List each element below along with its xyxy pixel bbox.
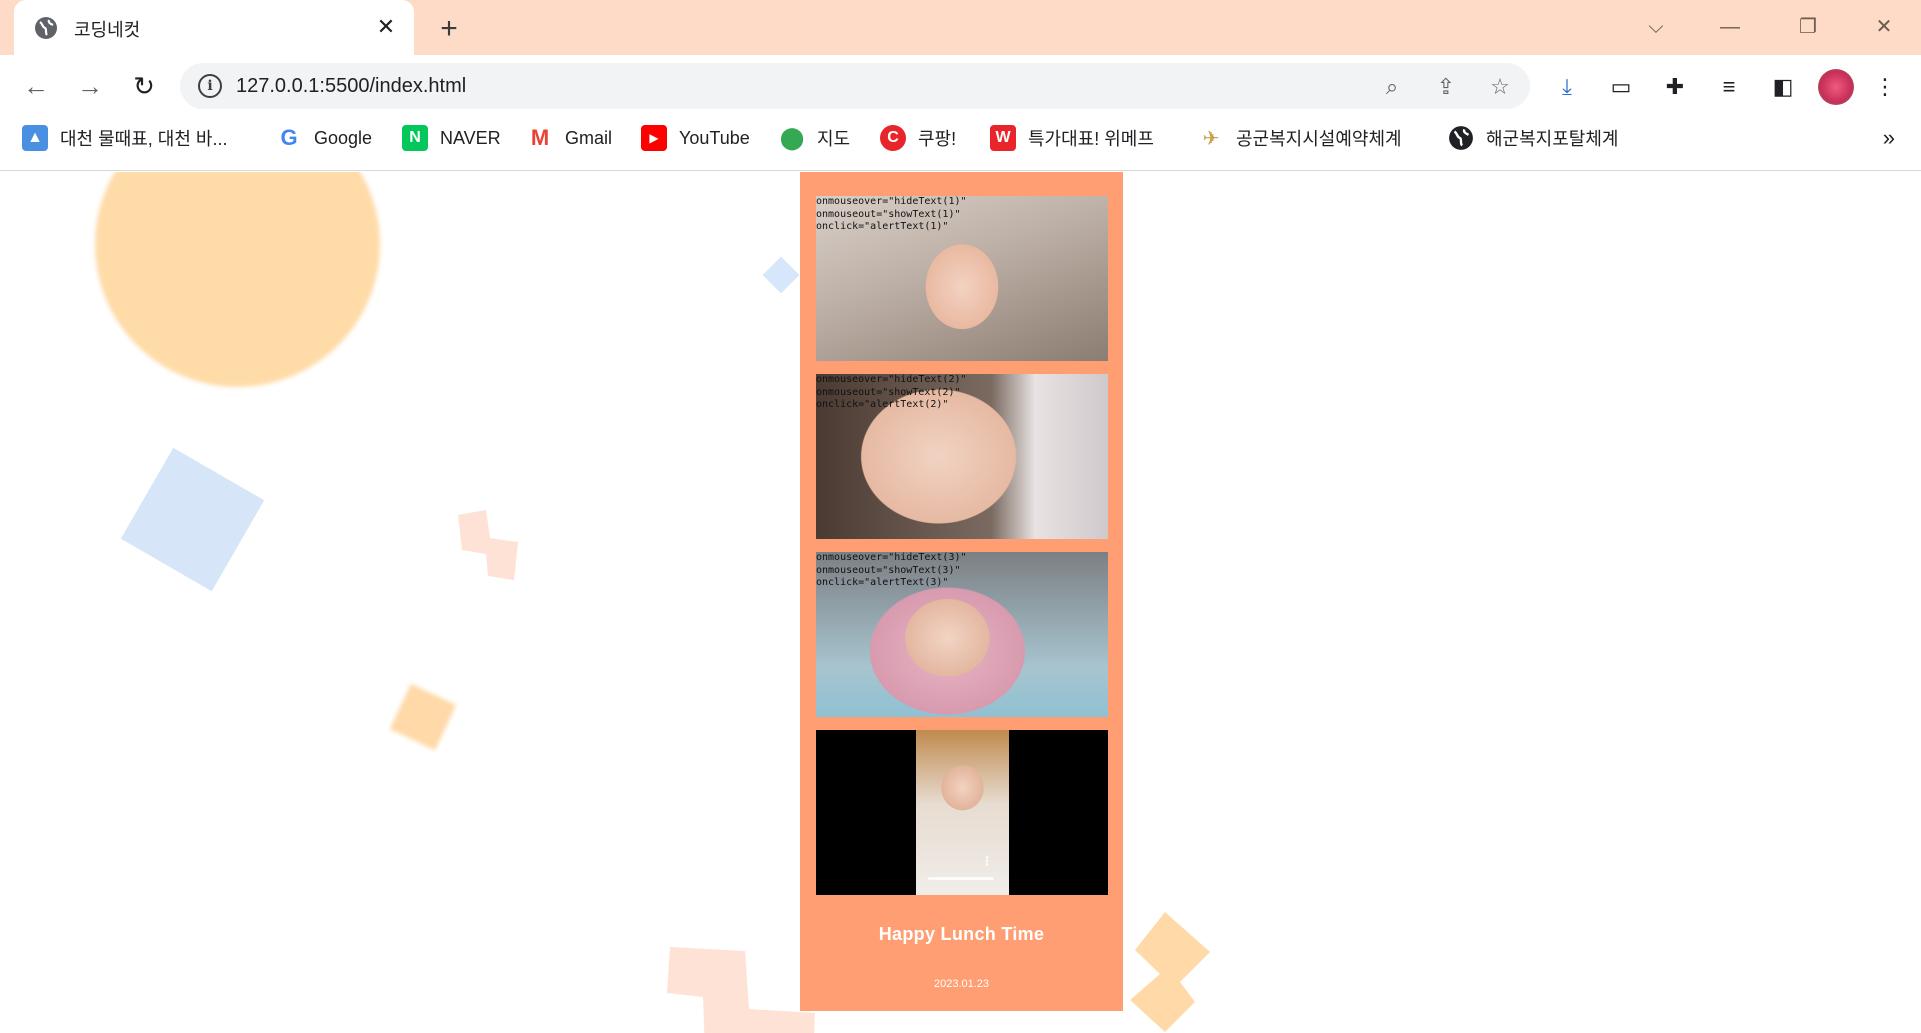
photo-frame-3[interactable]: onmouseover="hideText(3)" onmouseout="sh…	[816, 552, 1108, 717]
minimize-button[interactable]: —	[1712, 10, 1748, 44]
share-icon[interactable]: ⇪	[1432, 73, 1460, 101]
address-bar[interactable]: i 127.0.0.1:5500/index.html ⌕ ⇪ ☆	[180, 63, 1530, 109]
video-menu-icon[interactable]: ⋮	[981, 855, 993, 867]
photo-card: onmouseover="hideText(1)" onmouseout="sh…	[800, 172, 1123, 1011]
bookmark-star-icon[interactable]: ☆	[1486, 73, 1514, 101]
coupang-icon: C	[880, 125, 906, 151]
decor-zigzag	[667, 947, 815, 1033]
decor-zigzag	[1130, 912, 1210, 1032]
bookmark-item[interactable]: ▶ YouTube	[641, 117, 750, 159]
naver-icon: N	[402, 125, 428, 151]
profile-avatar[interactable]	[1818, 69, 1854, 105]
youtube-icon: ▶	[641, 125, 667, 151]
address-url[interactable]: 127.0.0.1:5500/index.html	[236, 75, 466, 98]
photo-code-text: onmouseover="hideText(3)" onmouseout="sh…	[816, 552, 967, 588]
bookmark-label: Gmail	[565, 127, 613, 148]
bookmark-item[interactable]: ✈ 공군복지시설예약체계	[1198, 117, 1402, 159]
photo-code-text: onmouseover="hideText(1)" onmouseout="sh…	[816, 196, 967, 232]
more-bookmarks-icon[interactable]: »	[1883, 125, 1895, 151]
browser-toolbar: ← → ↻ i 127.0.0.1:5500/index.html ⌕ ⇪ ☆ …	[0, 55, 1921, 117]
bookmark-item[interactable]: M Gmail	[527, 117, 612, 159]
decor-zigzag	[458, 510, 518, 580]
maps-icon: ⬤	[779, 125, 805, 150]
zoom-icon[interactable]: ⌕	[1378, 73, 1406, 101]
tab-title: 코딩네컷	[74, 20, 141, 40]
browser-tab[interactable]: 코딩네컷 ✕	[14, 0, 414, 55]
bookmark-item[interactable]: W 특가대표! 위메프	[990, 117, 1154, 159]
gmail-icon: M	[530, 125, 550, 150]
decor-diamond	[762, 256, 800, 294]
forward-button[interactable]: →	[72, 68, 108, 104]
bookmark-item[interactable]: N NAVER	[402, 117, 501, 159]
card-date: 2023.01.23	[933, 978, 990, 990]
google-icon: G	[280, 125, 298, 150]
menu-kebab-icon[interactable]: ⋮	[1870, 72, 1900, 102]
bookmark-item[interactable]: ⬤ 지도	[779, 117, 850, 159]
bookmark-label: 해군복지포탈체계	[1486, 129, 1619, 149]
browser-titlebar: 코딩네컷 ✕ + ⌵ — ❐ ✕	[0, 0, 1921, 55]
bookmark-label: 지도	[817, 129, 851, 149]
video-progress-bar[interactable]	[928, 877, 994, 880]
wemakeprice-icon: W	[990, 125, 1016, 151]
extension-icon[interactable]: ⤓	[1552, 72, 1582, 102]
new-tab-button[interactable]: +	[432, 13, 466, 47]
photo-frame-1[interactable]: onmouseover="hideText(1)" onmouseout="sh…	[816, 196, 1108, 361]
bookmark-label: Google	[314, 127, 373, 148]
side-panel-icon[interactable]: ◧	[1768, 72, 1798, 102]
card-title: Happy Lunch Time	[878, 924, 1045, 944]
bookmark-item[interactable]: G Google	[276, 117, 372, 159]
bookmarks-bar: ▲ 대천 물때표, 대천 바... G Google N NAVER M Gma…	[0, 117, 1921, 171]
image-icon: ▲	[22, 125, 48, 151]
video-frame[interactable]: ⋮	[816, 730, 1108, 895]
video-player[interactable]: ⋮	[916, 730, 1009, 895]
close-window-button[interactable]: ✕	[1866, 10, 1902, 44]
bookmark-item[interactable]: 해군복지포탈체계	[1448, 117, 1618, 159]
bookmark-label: 쿠팡!	[918, 129, 957, 149]
tab-close-icon[interactable]: ✕	[372, 13, 400, 41]
media-control-icon[interactable]: ≡	[1714, 72, 1744, 102]
site-info-icon[interactable]: i	[198, 74, 222, 98]
tab-search-chevron-icon[interactable]: ⌵	[1638, 10, 1674, 44]
globe-icon	[35, 17, 57, 39]
decor-square	[389, 683, 457, 751]
decor-square	[120, 447, 265, 592]
restore-button[interactable]: ❐	[1790, 10, 1826, 44]
decor-circle	[95, 172, 380, 387]
bookmark-label: 공군복지시설예약체계	[1236, 129, 1402, 149]
bookmark-label: YouTube	[679, 127, 750, 148]
photo-code-text: onmouseover="hideText(2)" onmouseout="sh…	[816, 374, 967, 410]
page-viewport: onmouseover="hideText(1)" onmouseout="sh…	[0, 172, 1921, 1033]
reload-button[interactable]: ↻	[126, 68, 162, 104]
globe-icon	[1449, 126, 1473, 150]
bookmark-item[interactable]: ▲ 대천 물때표, 대천 바...	[22, 117, 228, 159]
airforce-icon: ✈	[1202, 127, 1220, 150]
back-button[interactable]: ←	[18, 68, 54, 104]
cast-icon[interactable]: ▭	[1606, 72, 1636, 102]
bookmark-label: NAVER	[440, 127, 501, 148]
bookmark-item[interactable]: C 쿠팡!	[880, 117, 956, 159]
extensions-puzzle-icon[interactable]: ✚	[1660, 72, 1690, 102]
bookmark-label: 특가대표! 위메프	[1028, 129, 1154, 149]
bookmark-label: 대천 물때표, 대천 바...	[60, 129, 228, 149]
photo-frame-2[interactable]: onmouseover="hideText(2)" onmouseout="sh…	[816, 374, 1108, 539]
